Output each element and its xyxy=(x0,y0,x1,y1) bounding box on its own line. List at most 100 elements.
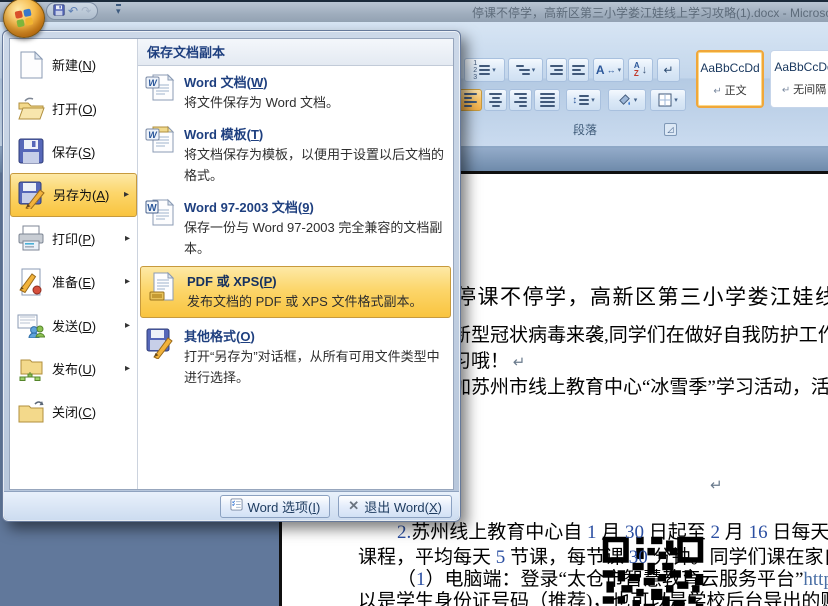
submenu-arrow-icon: ▸ xyxy=(124,189,133,200)
submenu-item-word-97-2003[interactable]: W Word 97-2003 文档(9) 保存一份与 Word 97-2003 … xyxy=(138,191,453,264)
style-no-spacing[interactable]: AaBbCcDd ↵ 无间隔 xyxy=(770,50,828,108)
office-menu-left-column: 新建(N) 打开(O) 保存(S) xyxy=(10,39,137,489)
submenu-arrow-icon: ▸ xyxy=(125,363,134,374)
print-icon xyxy=(16,223,46,253)
submenu-item-title: 其他格式(O) xyxy=(184,327,446,346)
doc-line: 以是学生身份证号码（推荐)，也可以是学校后台导出的账号，原始密 xyxy=(358,586,828,606)
menu-item-prepare[interactable]: 准备(E) ▸ xyxy=(10,260,137,303)
exit-word-label: 退出 Word(X) xyxy=(364,497,442,516)
open-folder-icon xyxy=(16,93,46,123)
doc-heading: 停课不停学，高新区第三小学娄江娃线上学习攻略 xyxy=(455,281,828,311)
window-title: 停课不停学，高新区第三小学娄江娃线上学习攻略(1).docx - Microso… xyxy=(472,4,828,21)
menu-item-send[interactable]: 发送(D) ▸ xyxy=(10,303,137,346)
menu-item-print[interactable]: 打印(P) ▸ xyxy=(10,217,137,260)
menu-item-label: 发布(U) xyxy=(52,359,119,378)
paragraph-mark: ↵ xyxy=(710,476,723,494)
publish-icon xyxy=(16,353,46,383)
word-97-2003-icon: W xyxy=(145,198,175,230)
show-marks-button[interactable]: ↵ xyxy=(657,58,680,82)
svg-text:W: W xyxy=(147,203,157,214)
close-folder-icon xyxy=(16,397,46,427)
save-icon xyxy=(16,136,46,166)
word-options-icon xyxy=(230,498,243,514)
word-document-icon: W xyxy=(145,73,175,105)
doc-line: 2.苏州线上教育中心自 1 月 30 日起至 2 月 16 日每天提供小学一至 xyxy=(397,517,828,544)
word-window: 停课不停学，高新区第三小学娄江娃线上学习攻略 新型冠状病毒来袭,同学们在做好自我… xyxy=(0,0,828,606)
submenu-item-pdf-xps[interactable]: PDF 或 XPS(P) 发布文档的 PDF 或 XPS 文件格式副本。 xyxy=(140,266,451,318)
menu-item-open[interactable]: 打开(O) xyxy=(10,86,137,129)
submenu-header: 保存文档副本 xyxy=(138,39,453,66)
align-right-button[interactable] xyxy=(509,89,532,111)
menu-item-close[interactable]: 关闭(C) xyxy=(10,390,137,433)
customize-quick-access-icon[interactable]: ▾ xyxy=(116,4,121,16)
dialog-launcher-icon[interactable]: ◿ xyxy=(664,123,677,136)
menu-item-label: 发送(D) xyxy=(52,316,119,335)
exit-x-icon: ✕ xyxy=(348,498,359,514)
menu-item-label: 另存为(A) xyxy=(53,185,118,204)
menu-item-label: 关闭(C) xyxy=(52,402,119,421)
menu-item-save-as[interactable]: 另存为(A) ▸ xyxy=(10,173,137,216)
menu-item-label: 打印(P) xyxy=(52,229,119,248)
asian-layout-button[interactable]: A↔▾ xyxy=(593,58,624,82)
other-formats-icon xyxy=(145,327,175,359)
justify-button[interactable] xyxy=(534,89,560,111)
doc-line: 习哦！ ↵ xyxy=(452,346,525,373)
submenu-item-desc: 将文档保存为模板，以便用于设置以后文档的格式。 xyxy=(184,144,446,186)
menu-item-label: 新建(N) xyxy=(52,55,119,74)
word-options-button[interactable]: Word 选项(I) xyxy=(220,495,331,518)
menu-item-label: 保存(S) xyxy=(52,142,119,161)
numbered-list-button[interactable]: 123 ▾ xyxy=(464,58,505,82)
quick-access-toolbar: ↶ ↷ xyxy=(46,2,98,20)
undo-icon[interactable]: ↶ xyxy=(68,5,78,17)
menu-item-label: 准备(E) xyxy=(52,272,119,291)
line-spacing-button[interactable]: ↕ ▾ xyxy=(566,89,601,111)
align-center-button[interactable] xyxy=(484,89,507,111)
prepare-icon xyxy=(16,267,46,297)
submenu-item-desc: 打开“另存为”对话框，从所有可用文件类型中进行选择。 xyxy=(184,346,446,388)
menu-item-label: 打开(O) xyxy=(52,99,119,118)
pdf-xps-icon xyxy=(148,272,178,304)
submenu-item-desc: 发布文档的 PDF 或 XPS 文件格式副本。 xyxy=(187,291,422,312)
office-logo-icon xyxy=(14,8,34,28)
submenu-arrow-icon: ▸ xyxy=(125,276,134,287)
office-menu-footer: Word 选项(I) ✕ 退出 Word(X) xyxy=(4,491,459,520)
sort-button[interactable]: AZ ↓ xyxy=(628,58,653,82)
shading-button[interactable]: ▾ xyxy=(608,89,646,111)
submenu-arrow-icon: ▸ xyxy=(125,320,134,331)
menu-item-new[interactable]: 新建(N) xyxy=(10,43,137,86)
align-left-button[interactable] xyxy=(459,89,482,111)
submenu-item-other-formats[interactable]: 其他格式(O) 打开“另存为”对话框，从所有可用文件类型中进行选择。 xyxy=(138,320,453,393)
submenu-arrow-icon: ▸ xyxy=(125,233,134,244)
submenu-item-word-template[interactable]: W Word 模板(T) 将文档保存为模板，以便用于设置以后文档的格式。 xyxy=(138,118,453,191)
paragraph-group-label: 段落 xyxy=(505,121,665,138)
doc-line: 加苏州市线上教育中心“冰雪季”学习活动，活动详情扫描二 xyxy=(452,372,828,399)
doc-line: 新型冠状病毒来袭,同学们在做好自我防护工作的同时,可以 xyxy=(452,320,828,347)
save-as-submenu: 保存文档副本 W Word 文档(W) 将文件保存为 Word 文档。 W xyxy=(137,39,453,489)
decrease-indent-button[interactable] xyxy=(546,58,567,82)
office-menu: 新建(N) 打开(O) 保存(S) xyxy=(2,30,461,522)
increase-indent-button[interactable] xyxy=(568,58,589,82)
menu-item-publish[interactable]: 发布(U) ▸ xyxy=(10,347,137,390)
style-paragraph-mark: ↵ xyxy=(713,86,724,97)
borders-button[interactable]: ▾ xyxy=(650,89,686,111)
exit-word-button[interactable]: ✕ 退出 Word(X) xyxy=(338,495,452,518)
save-icon[interactable] xyxy=(53,4,65,18)
submenu-item-desc: 保存一份与 Word 97-2003 完全兼容的文档副本。 xyxy=(184,217,446,259)
styles-gallery: AaBbCcDd ↵ 正文 AaBbCcDd ↵ 无间隔 xyxy=(694,48,828,118)
multilevel-list-button[interactable]: ▾ xyxy=(508,58,543,82)
submenu-item-title: Word 模板(T) xyxy=(184,125,446,144)
redo-icon[interactable]: ↷ xyxy=(81,5,91,17)
submenu-item-desc: 将文件保存为 Word 文档。 xyxy=(184,92,339,113)
style-normal[interactable]: AaBbCcDd ↵ 正文 xyxy=(696,50,764,108)
menu-item-save[interactable]: 保存(S) xyxy=(10,130,137,173)
submenu-item-title: Word 文档(W) xyxy=(184,73,339,92)
save-as-icon xyxy=(17,180,47,210)
submenu-item-word-document[interactable]: W Word 文档(W) 将文件保存为 Word 文档。 xyxy=(138,66,453,118)
style-paragraph-mark: ↵ xyxy=(782,85,793,96)
send-icon xyxy=(16,310,46,340)
submenu-item-title: Word 97-2003 文档(9) xyxy=(184,198,446,217)
word-options-label: Word 选项(I) xyxy=(248,497,321,516)
new-document-icon xyxy=(16,50,46,80)
word-template-icon: W xyxy=(145,125,175,157)
submenu-item-title: PDF 或 XPS(P) xyxy=(187,272,422,291)
